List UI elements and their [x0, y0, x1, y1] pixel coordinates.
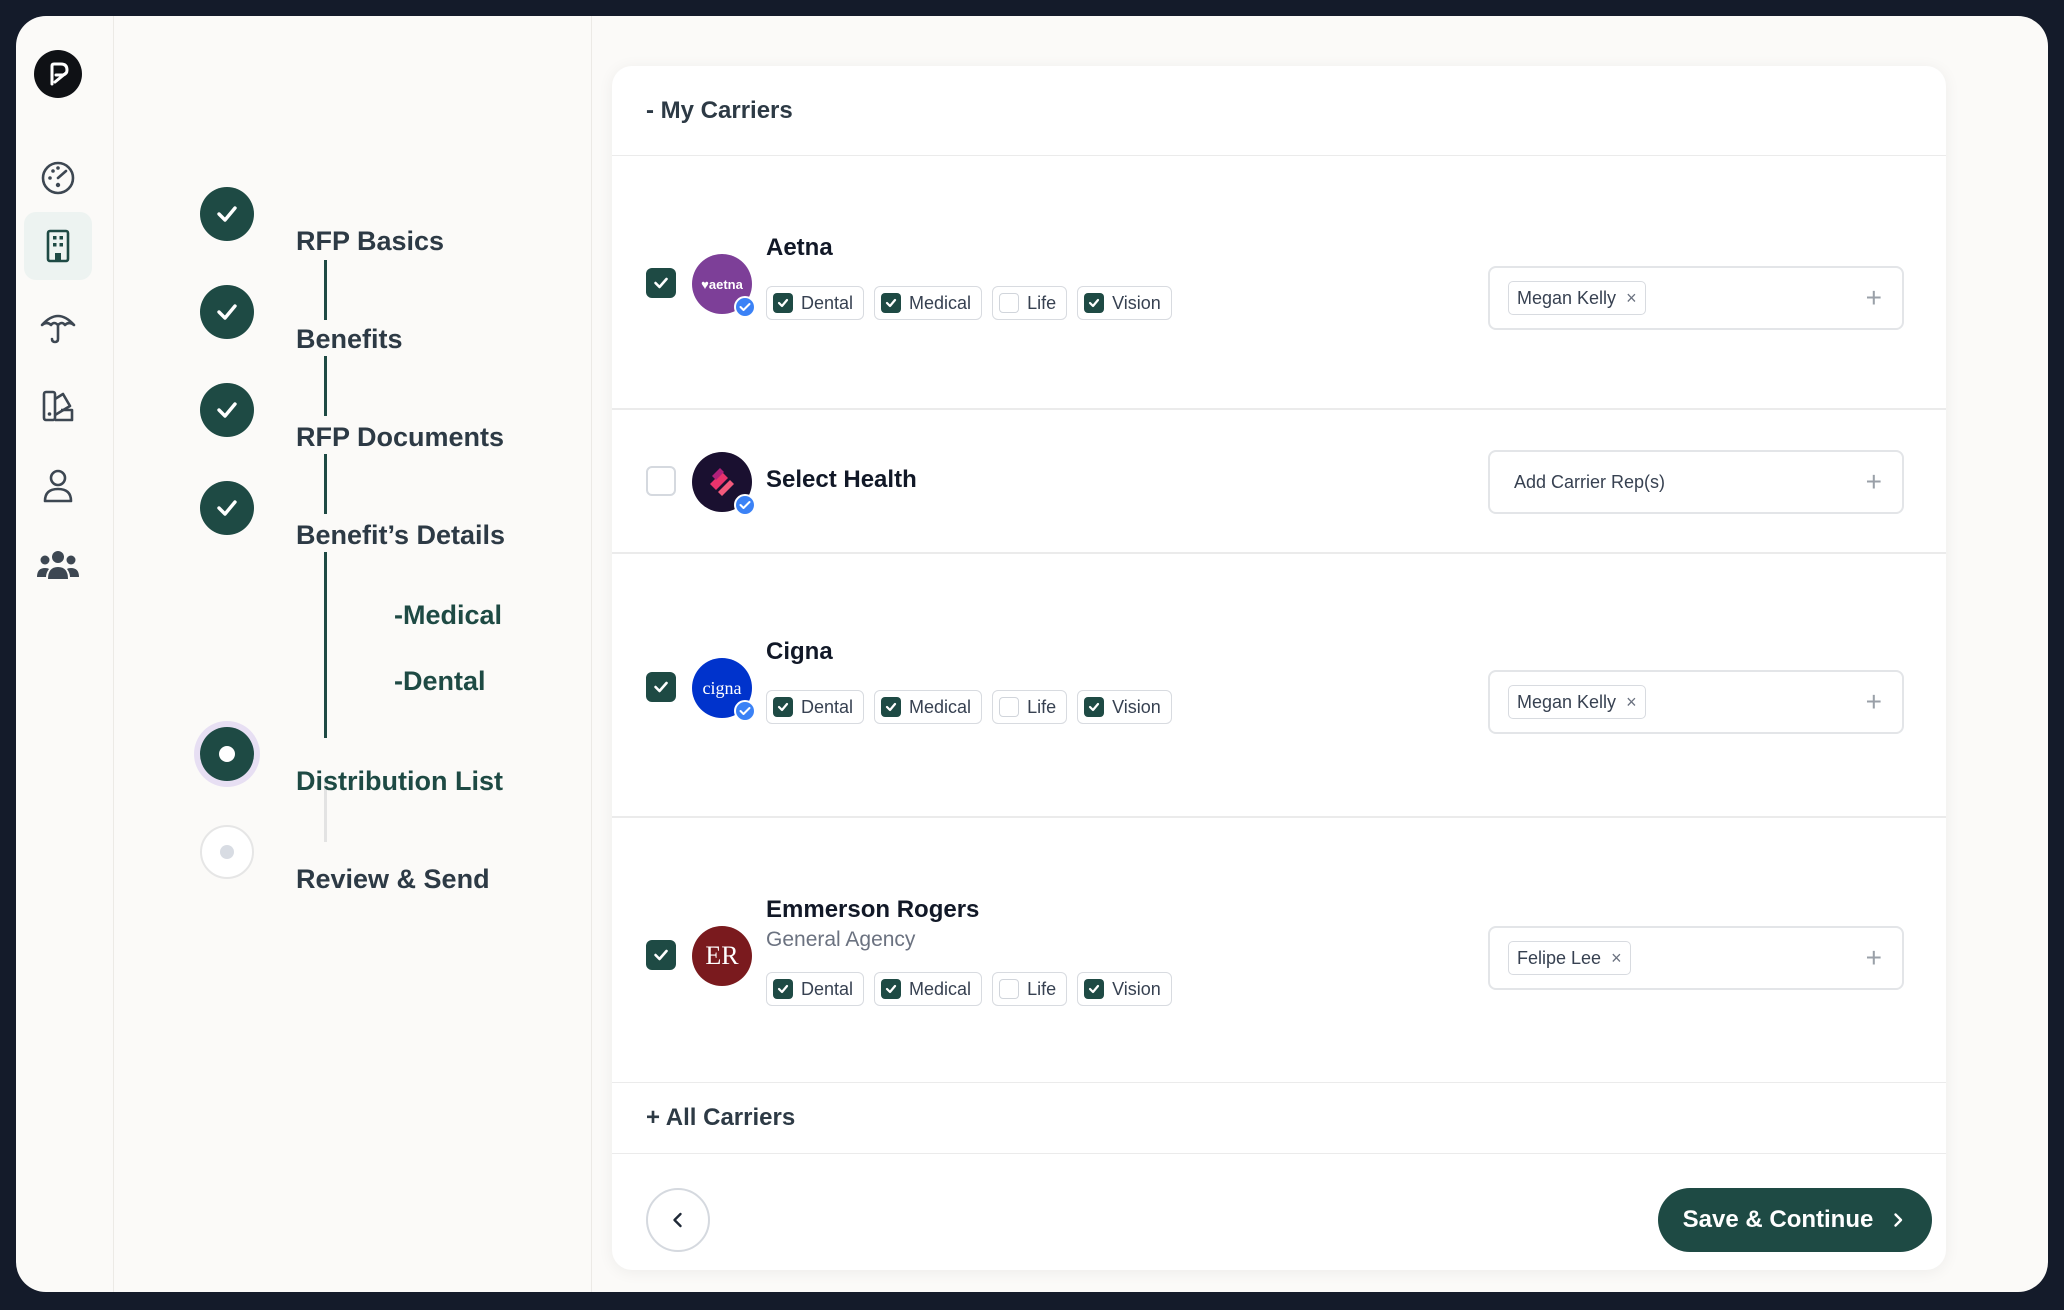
line-chip-vision[interactable]: Vision [1077, 972, 1172, 1006]
rep-tag: Megan Kelly × [1508, 281, 1646, 315]
building-icon[interactable] [24, 212, 92, 280]
pending-step-icon [200, 825, 254, 879]
carrier-select-checkbox[interactable] [646, 672, 676, 702]
carrier-select-checkbox[interactable] [646, 466, 676, 496]
carrier-logo-cigna: cigna [692, 658, 756, 722]
carrier-logo-text: ER [705, 941, 739, 970]
verified-badge-icon [734, 700, 756, 722]
add-rep-icon[interactable]: + [1866, 686, 1882, 718]
save-continue-button[interactable]: Save & Continue [1658, 1188, 1932, 1252]
rep-placeholder: Add Carrier Rep(s) [1514, 471, 1666, 492]
carrier-name: Emmerson Rogers [766, 896, 980, 923]
line-chip-dental[interactable]: Dental [766, 690, 865, 724]
step-label: RFP Basics [296, 226, 445, 256]
carrier-logo-select-health [692, 452, 756, 516]
my-carriers-toggle[interactable]: - My Carriers [612, 66, 1946, 156]
line-chip-life[interactable]: Life [992, 286, 1068, 320]
step-label: Review & Send [296, 864, 490, 894]
carrier-row-select-health: Select Health Add Carrier Rep(s) + [612, 410, 1946, 554]
carrier-logo-aetna: ♥aetna [692, 254, 756, 318]
coverage-lines: Dental Medical Life Vision [766, 972, 1172, 1006]
carrier-row-aetna: ♥aetna Aetna Dental Medical Life Vision … [612, 156, 1946, 410]
progress-stepper: RFP Basics Benefits RFP Documents Benefi… [114, 16, 592, 1292]
carrier-subtitle: General Agency [766, 928, 916, 951]
step-connector [324, 260, 327, 320]
logo-icon[interactable] [34, 50, 82, 98]
carrier-name: Cigna [766, 638, 833, 665]
current-step-icon [200, 727, 254, 781]
step-connector [324, 356, 327, 416]
coverage-lines: Dental Medical Life Vision [766, 690, 1172, 724]
carrier-rep-input[interactable]: Add Carrier Rep(s) + [1488, 450, 1904, 514]
remove-tag-icon[interactable]: × [1626, 288, 1637, 309]
user-icon[interactable] [24, 452, 92, 520]
add-rep-icon[interactable]: + [1866, 466, 1882, 498]
carriers-card: - My Carriers ♥aetna Aetna Dental Medica… [612, 66, 1946, 1270]
step-connector [324, 454, 327, 514]
line-chip-medical[interactable]: Medical [874, 690, 983, 724]
remove-tag-icon[interactable]: × [1611, 948, 1622, 969]
line-chip-dental[interactable]: Dental [766, 286, 865, 320]
carrier-select-checkbox[interactable] [646, 940, 676, 970]
check-icon [200, 187, 254, 241]
remove-tag-icon[interactable]: × [1626, 692, 1637, 713]
carrier-select-checkbox[interactable] [646, 268, 676, 298]
step-label: Benefit’s Details [296, 520, 506, 550]
line-chip-dental[interactable]: Dental [766, 972, 865, 1006]
carrier-name: Select Health [766, 466, 917, 493]
substep-medical[interactable]: -Medical [394, 600, 502, 631]
step-label: Distribution List [296, 766, 503, 796]
carrier-rep-input[interactable]: Felipe Lee × + [1488, 926, 1904, 990]
rep-tag: Megan Kelly × [1508, 685, 1646, 719]
carrier-rep-input[interactable]: Megan Kelly × + [1488, 670, 1904, 734]
carrier-rep-input[interactable]: Megan Kelly × + [1488, 266, 1904, 330]
chevron-left-icon [673, 1212, 682, 1228]
rep-tag: Felipe Lee × [1508, 941, 1631, 975]
check-icon [200, 481, 254, 535]
icon-sidebar [16, 16, 114, 1292]
step-connector [324, 552, 327, 738]
line-chip-medical[interactable]: Medical [874, 286, 983, 320]
coverage-lines: Dental Medical Life Vision [766, 286, 1172, 320]
line-chip-vision[interactable]: Vision [1077, 690, 1172, 724]
line-chip-life[interactable]: Life [992, 690, 1068, 724]
line-chip-medical[interactable]: Medical [874, 972, 983, 1006]
all-carriers-toggle[interactable]: + All Carriers [612, 1082, 1946, 1154]
carrier-name: Aetna [766, 234, 833, 261]
team-icon[interactable] [24, 532, 92, 600]
dashboard-icon[interactable] [24, 144, 92, 212]
line-chip-vision[interactable]: Vision [1077, 286, 1172, 320]
check-icon [200, 285, 254, 339]
check-icon [200, 383, 254, 437]
palette-icon[interactable] [24, 372, 92, 440]
umbrella-icon[interactable] [24, 292, 92, 360]
verified-badge-icon [734, 494, 756, 516]
carrier-row-emmerson-rogers: ER Emmerson Rogers General Agency Dental… [612, 818, 1946, 1082]
carrier-logo-text: cigna [702, 677, 742, 698]
back-button[interactable] [646, 1188, 710, 1252]
carrier-row-cigna: cigna Cigna Dental Medical Life Vision M… [612, 554, 1946, 818]
add-rep-icon[interactable]: + [1866, 282, 1882, 314]
step-label: Benefits [296, 324, 403, 354]
carrier-logo-text: ♥aetna [701, 276, 743, 292]
verified-badge-icon [734, 296, 756, 318]
chevron-right-icon [1894, 1213, 1903, 1227]
line-chip-life[interactable]: Life [992, 972, 1068, 1006]
app-window: RFP Basics Benefits RFP Documents Benefi… [16, 16, 2048, 1292]
step-label: RFP Documents [296, 422, 505, 452]
carrier-logo-emmerson-rogers: ER [692, 926, 752, 986]
add-rep-icon[interactable]: + [1866, 942, 1882, 974]
substep-dental[interactable]: -Dental [394, 666, 486, 697]
